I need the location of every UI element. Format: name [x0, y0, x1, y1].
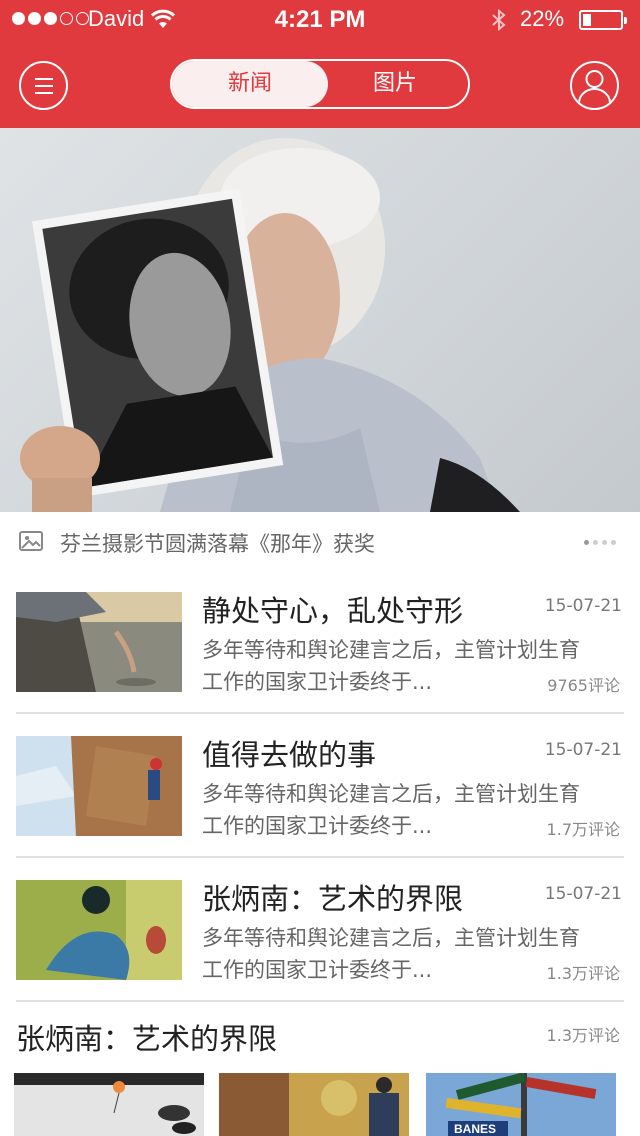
news-date: 15-07-21	[544, 884, 622, 904]
news-item[interactable]: 值得去做的事 15-07-21 多年等待和舆论建言之后，主管计划生育 工作的国家…	[0, 718, 640, 861]
tab-pictures[interactable]: 图片	[322, 61, 468, 107]
news-thumbnail	[16, 736, 182, 836]
menu-button[interactable]	[19, 61, 68, 110]
news-summary: 工作的国家卫计委终于...	[202, 814, 433, 838]
bluetooth-icon	[490, 8, 508, 37]
news-item[interactable]: 静处守心，乱处守形 15-07-21 多年等待和舆论建言之后，主管计划生育 工作…	[0, 574, 640, 717]
pager-dot[interactable]	[584, 540, 589, 545]
menu-icon	[35, 92, 53, 94]
menu-icon	[35, 85, 53, 87]
gallery-sign-text: BANES	[454, 1122, 496, 1136]
status-bar: David 4:21 PM 22%	[0, 0, 640, 40]
news-comment-count: 1.7万评论	[546, 820, 620, 839]
news-summary: 多年等待和舆论建言之后，主管计划生育	[202, 782, 580, 806]
gallery-image[interactable]: BANES	[426, 1073, 616, 1136]
battery-icon	[579, 10, 627, 30]
news-summary: 多年等待和舆论建言之后，主管计划生育	[202, 926, 580, 950]
pager-dot[interactable]	[593, 540, 598, 545]
news-title: 静处守心，乱处守形	[202, 594, 464, 628]
news-date: 15-07-21	[544, 596, 622, 616]
tab-news[interactable]: 新闻	[172, 61, 328, 107]
news-comment-count: 9765评论	[547, 676, 620, 695]
news-date: 15-07-21	[544, 740, 622, 760]
pager-dot[interactable]	[611, 540, 616, 545]
divider	[16, 1000, 624, 1002]
profile-button[interactable]	[570, 61, 619, 110]
divider	[16, 856, 624, 858]
user-icon	[578, 70, 611, 104]
app-header: David 4:21 PM 22% 新闻 图片	[0, 0, 640, 128]
news-comment-count: 1.3万评论	[546, 964, 620, 983]
hero-image[interactable]	[0, 128, 640, 512]
image-icon	[19, 531, 43, 555]
news-thumbnail	[16, 880, 182, 980]
news-title: 张炳南：艺术的界限	[202, 882, 464, 916]
news-thumbnail	[16, 592, 182, 692]
news-item[interactable]: 张炳南：艺术的界限 15-07-21 多年等待和舆论建言之后，主管计划生育 工作…	[0, 862, 640, 1005]
battery-nub	[624, 17, 627, 24]
news-summary: 工作的国家卫计委终于...	[202, 958, 433, 982]
hero-caption-bar[interactable]: 芬兰摄影节圆满落幕《那年》获奖	[0, 512, 640, 574]
gallery-title[interactable]: 张炳南：艺术的界限	[16, 1016, 277, 1058]
hero-pager[interactable]	[584, 540, 616, 545]
menu-icon	[35, 78, 53, 80]
gallery-image[interactable]	[219, 1073, 409, 1136]
hero-caption: 芬兰摄影节圆满落幕《那年》获奖	[60, 532, 375, 556]
pager-dot[interactable]	[602, 540, 607, 545]
gallery-comment-count: 1.3万评论	[546, 1026, 620, 1045]
divider	[16, 712, 624, 714]
battery-percent: 22%	[520, 6, 565, 31]
section-switcher: 新闻 图片	[170, 59, 470, 109]
battery-fill	[583, 14, 591, 26]
gallery-image[interactable]	[14, 1073, 204, 1136]
news-summary: 工作的国家卫计委终于...	[202, 670, 433, 694]
news-summary: 多年等待和舆论建言之后，主管计划生育	[202, 638, 580, 662]
news-title: 值得去做的事	[202, 738, 377, 772]
